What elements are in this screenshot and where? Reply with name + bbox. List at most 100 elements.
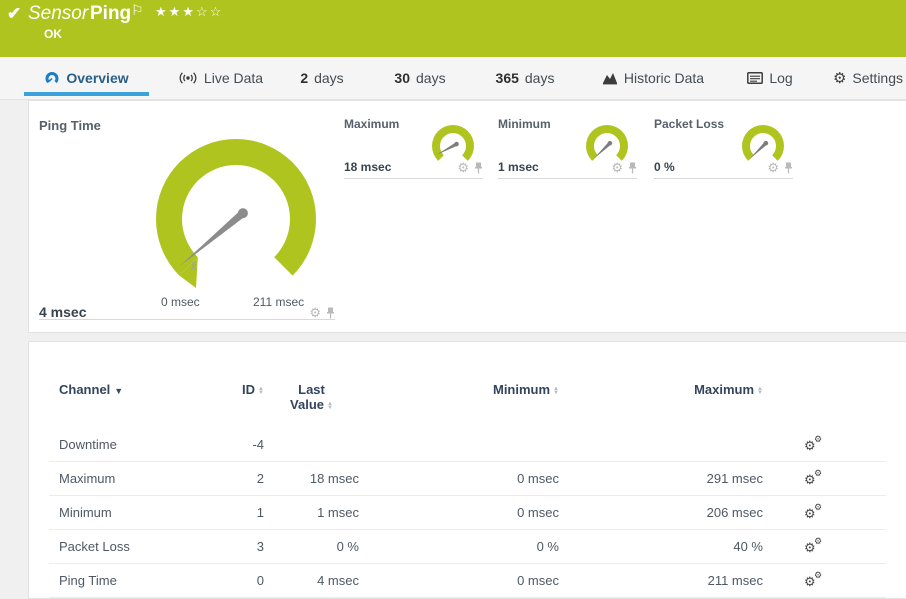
status-ok-icon: ✔ — [7, 4, 21, 24]
channel-maximum: 291 msec — [559, 471, 763, 486]
chart-icon — [602, 72, 618, 85]
pin-icon[interactable] — [628, 162, 637, 174]
active-tab-underline — [24, 92, 149, 96]
sort-active-icon: ▼ — [114, 386, 123, 396]
channel-last-value: 4 msec — [264, 573, 359, 588]
column-header-channel[interactable]: Channel▼ — [49, 382, 189, 397]
table-row[interactable]: Downtime -4 ⚙⚙ — [49, 428, 886, 462]
gear-icon[interactable]: ⚙ — [309, 306, 321, 319]
gauge-scale-min: 0 msec — [161, 295, 200, 309]
log-icon — [747, 72, 763, 84]
channel-id: 0 — [189, 573, 264, 588]
gauge-value: 18 msec — [344, 160, 391, 174]
tab-overview[interactable]: Overview — [24, 57, 149, 99]
gauge-card-ping-time: Ping Time x̄ 0 msec 211 msec 4 msec ⚙ — [39, 109, 335, 320]
flag-icon[interactable]: ⚐ — [131, 2, 144, 19]
table-header: Channel▼ ID▲▼ Last Value▲▼ Minimum▲▼ Max… — [49, 382, 886, 412]
table-row[interactable]: Ping Time 0 4 msec 0 msec 211 msec ⚙⚙ — [49, 564, 886, 598]
channel-minimum: 0 msec — [359, 471, 559, 486]
tab-label: days — [314, 70, 344, 86]
tab-settings[interactable]: ⚙ Settings — [830, 57, 906, 99]
gear-icon[interactable]: ⚙ — [611, 161, 623, 174]
gauge-card-maximum: Maximum 18 msec ⚙ — [344, 117, 483, 179]
broadcast-icon — [178, 71, 198, 85]
channels-panel: Channel▼ ID▲▼ Last Value▲▼ Minimum▲▼ Max… — [28, 341, 906, 599]
tab-label: Settings — [852, 70, 903, 86]
channel-name: Maximum — [49, 471, 189, 486]
gauge-title: Minimum — [498, 117, 551, 131]
channel-settings-icon[interactable]: ⚙⚙ — [804, 437, 824, 453]
gear-icon[interactable]: ⚙ — [767, 161, 779, 174]
status-badge: OK — [44, 27, 62, 41]
table-body: Downtime -4 ⚙⚙ Maximum 2 18 msec 0 msec … — [49, 428, 886, 598]
channel-minimum: 0 msec — [359, 573, 559, 588]
gauge-card-minimum: Minimum 1 msec ⚙ — [498, 117, 637, 179]
gauge-title: Packet Loss — [654, 117, 724, 131]
channel-name: Downtime — [49, 437, 189, 452]
tab-number: 365 — [496, 70, 519, 86]
tab-2-days[interactable]: 2 days — [293, 57, 351, 99]
tab-label: Overview — [66, 70, 128, 86]
gauge-value: 4 msec — [39, 304, 86, 320]
tab-live-data[interactable]: Live Data — [168, 57, 273, 99]
channel-id: 3 — [189, 539, 264, 554]
ping-time-gauge — [146, 129, 326, 309]
gauge-icon — [44, 71, 60, 86]
channel-settings-icon[interactable]: ⚙⚙ — [804, 539, 824, 555]
table-row[interactable]: Minimum 1 1 msec 0 msec 206 msec ⚙⚙ — [49, 496, 886, 530]
channel-name: Minimum — [49, 505, 189, 520]
channel-id: 1 — [189, 505, 264, 520]
tab-365-days[interactable]: 365 days — [490, 57, 560, 99]
channel-maximum: 211 msec — [559, 573, 763, 588]
gear-icon: ⚙ — [833, 71, 846, 86]
tab-label: Historic Data — [624, 70, 704, 86]
tab-number: 30 — [394, 70, 410, 86]
channel-name: Packet Loss — [49, 539, 189, 554]
gauge-value: 1 msec — [498, 160, 539, 174]
average-marker: x̄ — [191, 261, 197, 273]
channel-last-value: 18 msec — [264, 471, 359, 486]
gauge-scale-max: 211 msec — [253, 295, 304, 309]
tab-label: Live Data — [204, 70, 263, 86]
gauge-title: Ping Time — [39, 118, 101, 133]
column-header-maximum[interactable]: Maximum▲▼ — [559, 382, 763, 397]
channel-maximum: 206 msec — [559, 505, 763, 520]
channel-settings-icon[interactable]: ⚙⚙ — [804, 471, 824, 487]
pin-icon[interactable] — [326, 307, 335, 319]
tab-historic-data[interactable]: Historic Data — [592, 57, 714, 99]
pin-icon[interactable] — [784, 162, 793, 174]
sensor-header: ✔ Sensor Ping ⚐ ★★★☆☆ OK — [0, 0, 906, 57]
column-header-last-value[interactable]: Last Value▲▼ — [264, 382, 359, 412]
tab-log[interactable]: Log — [742, 57, 798, 99]
gauge-value: 0 % — [654, 160, 675, 174]
column-header-id[interactable]: ID▲▼ — [189, 382, 264, 397]
tab-label: days — [416, 70, 446, 86]
tab-30-days[interactable]: 30 days — [388, 57, 452, 99]
channel-last-value: 0 % — [264, 539, 359, 554]
channel-last-value: 1 msec — [264, 505, 359, 520]
channel-id: -4 — [189, 437, 264, 452]
priority-stars[interactable]: ★★★☆☆ — [155, 4, 223, 20]
channel-settings-icon[interactable]: ⚙⚙ — [804, 573, 824, 589]
column-header-minimum[interactable]: Minimum▲▼ — [359, 382, 559, 397]
sensor-name: Ping — [90, 3, 131, 25]
channel-id: 2 — [189, 471, 264, 486]
channel-minimum: 0 % — [359, 539, 559, 554]
sort-icon: ▲▼ — [327, 402, 333, 410]
gauge-card-packet-loss: Packet Loss 0 % ⚙ — [654, 117, 793, 179]
tab-label: Log — [769, 70, 792, 86]
channel-minimum: 0 msec — [359, 505, 559, 520]
channel-name: Ping Time — [49, 573, 189, 588]
channel-settings-icon[interactable]: ⚙⚙ — [804, 505, 824, 521]
gear-icon[interactable]: ⚙ — [457, 161, 469, 174]
table-row[interactable]: Packet Loss 3 0 % 0 % 40 % ⚙⚙ — [49, 530, 886, 564]
tab-bar: Overview Live Data 2 days 30 days 365 da… — [0, 57, 906, 100]
sort-icon: ▲▼ — [757, 387, 763, 395]
tab-label: days — [525, 70, 555, 86]
sensor-type-label: Sensor — [28, 3, 88, 25]
tab-number: 2 — [300, 70, 308, 86]
gauges-panel: Ping Time x̄ 0 msec 211 msec 4 msec ⚙ Ma… — [28, 100, 906, 333]
pin-icon[interactable] — [474, 162, 483, 174]
table-row[interactable]: Maximum 2 18 msec 0 msec 291 msec ⚙⚙ — [49, 462, 886, 496]
channel-maximum: 40 % — [559, 539, 763, 554]
